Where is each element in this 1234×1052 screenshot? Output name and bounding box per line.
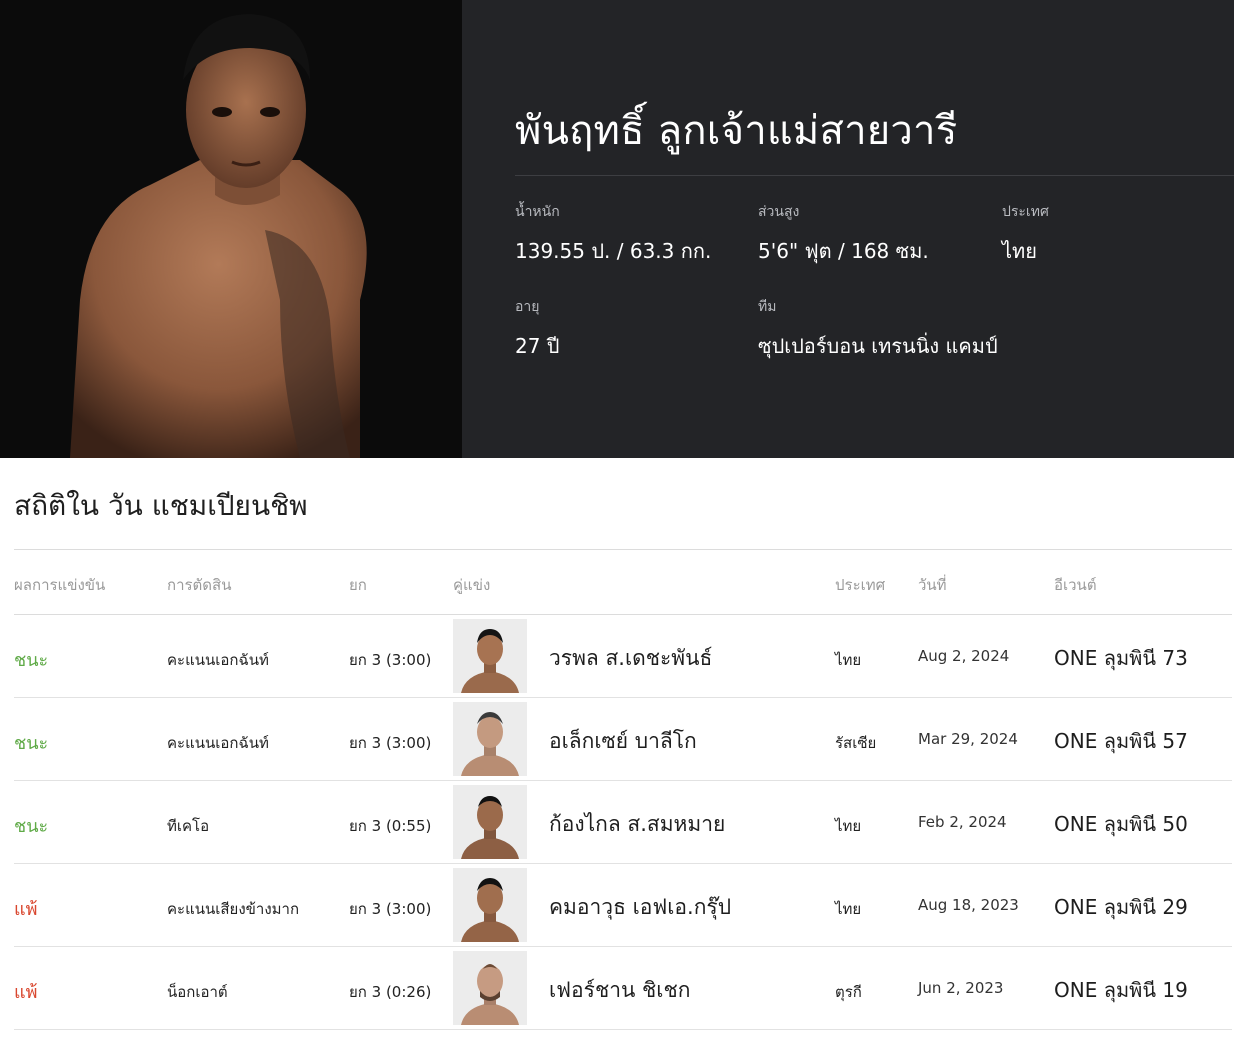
round-cell: ยก 3 (0:55) bbox=[349, 817, 432, 835]
stat-age-value: 27 ปี bbox=[515, 334, 560, 358]
header-event: อีเวนต์ bbox=[1054, 576, 1097, 594]
event-link[interactable]: ONE ลุมพินี 19 bbox=[1054, 974, 1188, 1006]
event-link[interactable]: ONE ลุมพินี 50 bbox=[1054, 808, 1188, 840]
event-link[interactable]: ONE ลุมพินี 57 bbox=[1054, 725, 1188, 757]
result-badge: ชนะ bbox=[14, 816, 49, 837]
country-cell: ไทย bbox=[835, 817, 862, 835]
header-date: วันที่ bbox=[918, 576, 947, 594]
divider bbox=[515, 175, 1234, 176]
stat-height: ส่วนสูง 5'6" ฟุต / 168 ซม. bbox=[758, 201, 929, 267]
round-cell: ยก 3 (3:00) bbox=[349, 651, 432, 669]
stat-weight-value: 139.55 ป. / 63.3 กก. bbox=[515, 239, 712, 263]
date-cell: Mar 29, 2024 bbox=[918, 730, 1018, 748]
date-cell: Aug 18, 2023 bbox=[918, 896, 1019, 914]
stat-team-label: ทีม bbox=[758, 299, 777, 315]
fighter-portrait-image bbox=[70, 14, 367, 458]
fighter-info-panel: พันฤทธิ์ ลูกเจ้าแม่สายวารี น้ำหนัก 139.5… bbox=[462, 0, 1234, 458]
result-badge: แพ้ bbox=[14, 899, 38, 920]
country-cell: ไทย bbox=[835, 651, 862, 669]
round-cell: ยก 3 (3:00) bbox=[349, 900, 432, 918]
opponent-name-link[interactable]: วรพล ส.เดชะพันธ์ bbox=[549, 642, 712, 675]
table-row: ชนะ ทีเคโอ ยก 3 (0:55) ก้องไกล ส.สมหมาย … bbox=[14, 781, 1232, 864]
header-result: ผลการแข่งขัน bbox=[14, 576, 106, 594]
opponent-avatar[interactable] bbox=[453, 951, 527, 1025]
table-row: ชนะ คะแนนเอกฉันท์ ยก 3 (3:00) อเล็กเซย์ … bbox=[14, 698, 1232, 781]
stat-height-label: ส่วนสูง bbox=[758, 204, 800, 220]
method-cell: คะแนนเอกฉันท์ bbox=[167, 734, 269, 752]
country-cell: รัสเซีย bbox=[835, 734, 877, 752]
result-badge: ชนะ bbox=[14, 733, 49, 754]
header-opponent: คู่แข่ง bbox=[453, 576, 491, 594]
opponent-avatar[interactable] bbox=[453, 868, 527, 942]
stat-weight: น้ำหนัก 139.55 ป. / 63.3 กก. bbox=[515, 201, 711, 267]
date-cell: Feb 2, 2024 bbox=[918, 813, 1007, 831]
stat-weight-label: น้ำหนัก bbox=[515, 204, 560, 220]
opponent-name-link[interactable]: เฟอร์ชาน ชิเชก bbox=[549, 974, 690, 1007]
opponent-name-link[interactable]: อเล็กเซย์ บาลีโก bbox=[549, 725, 697, 758]
opponent-name-link[interactable]: คมอาวุธ เอฟเอ.กรุ๊ป bbox=[549, 891, 731, 924]
header-country: ประเทศ bbox=[835, 576, 886, 594]
table-row: แพ้ น็อกเอาต์ ยก 3 (0:26) เฟอร์ชาน ชิเชก… bbox=[14, 947, 1232, 1030]
country-cell: ตุรกี bbox=[835, 983, 862, 1001]
date-cell: Jun 2, 2023 bbox=[918, 979, 1004, 997]
round-cell: ยก 3 (0:26) bbox=[349, 983, 432, 1001]
event-link[interactable]: ONE ลุมพินี 29 bbox=[1054, 891, 1188, 923]
stat-height-value: 5'6" ฟุต / 168 ซม. bbox=[758, 239, 929, 263]
stat-country: ประเทศ ไทย bbox=[1002, 201, 1049, 267]
fighter-photo bbox=[0, 0, 462, 458]
stat-country-label: ประเทศ bbox=[1002, 204, 1049, 220]
stat-team: ทีม ซุปเปอร์บอน เทรนนิ่ง แคมป์ bbox=[758, 296, 998, 362]
country-cell: ไทย bbox=[835, 900, 862, 918]
stat-age-label: อายุ bbox=[515, 299, 540, 315]
opponent-avatar[interactable] bbox=[453, 619, 527, 693]
result-badge: แพ้ bbox=[14, 982, 38, 1003]
opponent-avatar[interactable] bbox=[453, 785, 527, 859]
table-row: ชนะ คะแนนเอกฉันท์ ยก 3 (3:00) วรพล ส.เดช… bbox=[14, 615, 1232, 698]
event-link[interactable]: ONE ลุมพินี 73 bbox=[1054, 642, 1188, 674]
method-cell: ทีเคโอ bbox=[167, 817, 210, 835]
method-cell: คะแนนเอกฉันท์ bbox=[167, 651, 269, 669]
method-cell: คะแนนเสียงข้างมาก bbox=[167, 900, 300, 918]
fight-record-table: ผลการแข่งขัน การตัดสิน ยก คู่แข่ง ประเทศ… bbox=[14, 549, 1232, 1030]
round-cell: ยก 3 (3:00) bbox=[349, 734, 432, 752]
stat-age: อายุ 27 ปี bbox=[515, 296, 560, 362]
date-cell: Aug 2, 2024 bbox=[918, 647, 1010, 665]
fighter-name: พันฤทธิ์ ลูกเจ้าแม่สายวารี bbox=[515, 108, 958, 154]
opponent-name-link[interactable]: ก้องไกล ส.สมหมาย bbox=[549, 808, 725, 841]
table-row: แพ้ คะแนนเสียงข้างมาก ยก 3 (3:00) คมอาวุ… bbox=[14, 864, 1232, 947]
opponent-avatar[interactable] bbox=[453, 702, 527, 776]
stat-country-value: ไทย bbox=[1002, 239, 1037, 263]
result-badge: ชนะ bbox=[14, 650, 49, 671]
table-header: ผลการแข่งขัน การตัดสิน ยก คู่แข่ง ประเทศ… bbox=[14, 549, 1232, 615]
header-round: ยก bbox=[349, 576, 367, 594]
method-cell: น็อกเอาต์ bbox=[167, 983, 228, 1001]
header-method: การตัดสิน bbox=[167, 576, 232, 594]
record-title: สถิติใน วัน แชมเปียนชิพ bbox=[14, 489, 308, 522]
fighter-hero: พันฤทธิ์ ลูกเจ้าแม่สายวารี น้ำหนัก 139.5… bbox=[0, 0, 1234, 458]
stat-team-value[interactable]: ซุปเปอร์บอน เทรนนิ่ง แคมป์ bbox=[758, 330, 998, 362]
